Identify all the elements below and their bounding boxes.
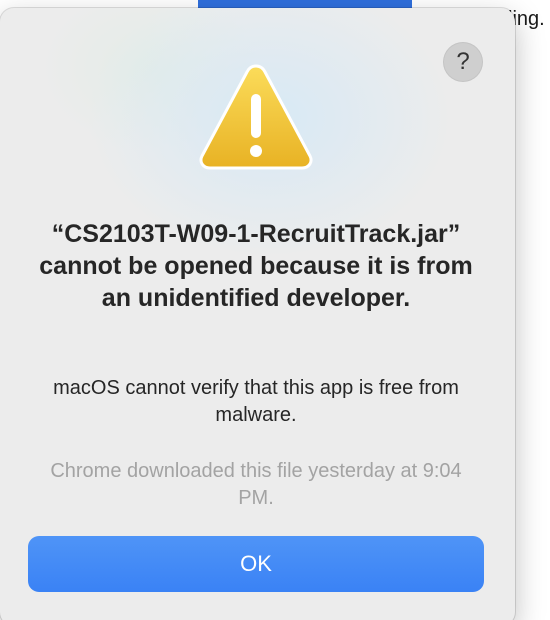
download-info-text: Chrome downloaded this file yesterday at… — [50, 460, 462, 509]
help-button[interactable]: ? — [443, 42, 483, 82]
question-mark-icon: ? — [456, 48, 470, 75]
warning-triangle-icon — [199, 64, 313, 170]
dialog-message: macOS cannot verify that this app is fre… — [53, 377, 459, 426]
alert-dialog: ? “CS2103T-W09-1-RecruitTrack.jar” canno… — [0, 8, 515, 620]
dialog-title: “CS2103T-W09-1-RecruitTrack.jar” cannot … — [39, 220, 473, 312]
ok-button[interactable]: OK — [28, 536, 484, 592]
